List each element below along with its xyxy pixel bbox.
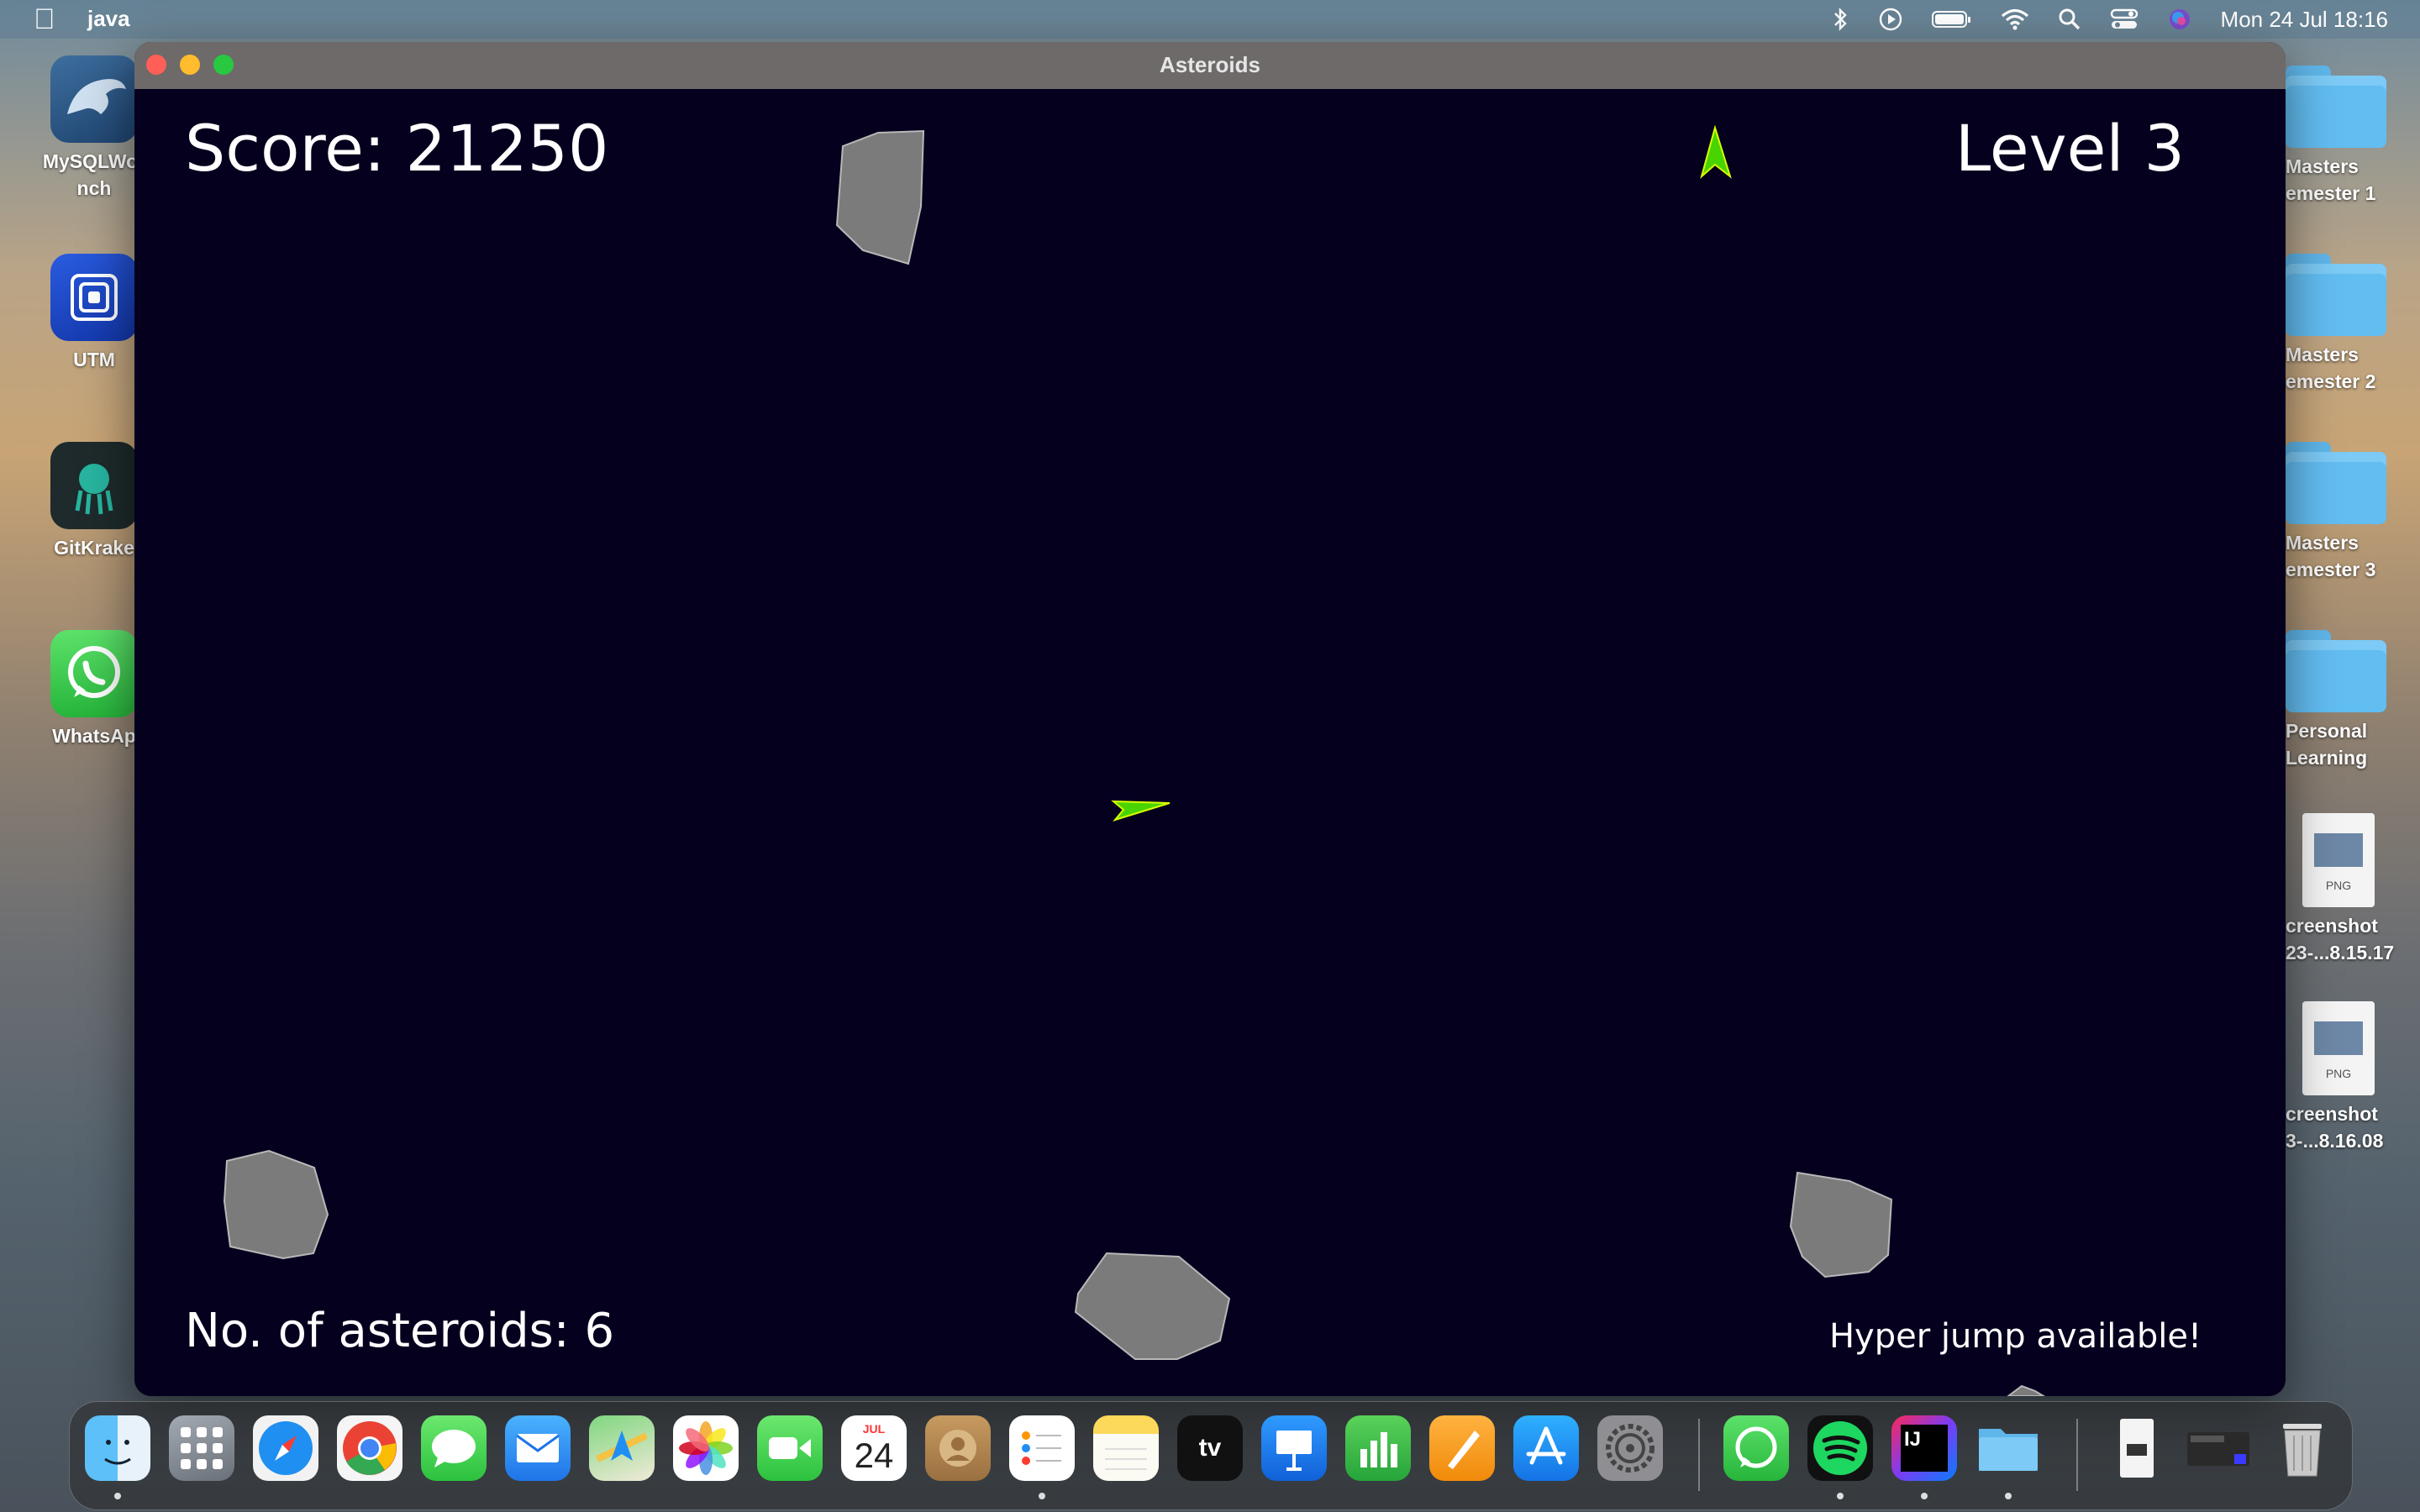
png-file-icon: PNG	[2302, 1001, 2375, 1095]
maps-icon[interactable]	[589, 1415, 655, 1481]
whatsapp-dock-icon[interactable]	[1723, 1415, 1789, 1481]
trash-icon[interactable]	[2270, 1415, 2335, 1481]
desktop-folder-masters-semester-1[interactable]: Masters emester 1	[2269, 66, 2420, 207]
dock-separator	[2076, 1419, 2078, 1491]
bluetooth-icon[interactable]	[1833, 7, 1849, 32]
asteroid	[223, 1149, 329, 1260]
minimized-document-icon[interactable]	[2102, 1415, 2167, 1481]
finder-icon[interactable]	[85, 1415, 150, 1481]
whatsapp-icon	[50, 630, 138, 717]
dock: JUL 24 tv IJ	[69, 1401, 2353, 1510]
mail-icon[interactable]	[505, 1415, 571, 1481]
dock-separator	[1698, 1419, 1700, 1491]
desktop-folder-masters-semester-2[interactable]: Masters emester 2	[2269, 254, 2420, 395]
player-ship	[1111, 800, 1171, 822]
photos-icon[interactable]	[673, 1415, 739, 1481]
hyperjump-status: Hyper jump available!	[1828, 1317, 2202, 1356]
window-title: Asteroids	[1160, 52, 1260, 77]
keynote-icon[interactable]	[1261, 1415, 1327, 1481]
safari-icon[interactable]	[253, 1415, 318, 1481]
png-file-icon: PNG	[2302, 813, 2375, 907]
asteroid	[835, 129, 925, 265]
folder-icon	[2286, 442, 2386, 524]
folder-icon	[2286, 66, 2386, 148]
running-indicator	[1039, 1493, 1045, 1499]
launchpad-icon[interactable]	[169, 1415, 234, 1481]
folder-label: emester 2	[2286, 370, 2376, 392]
desktop-file-screenshot-2[interactable]: PNG creenshot 3-...8.16.08	[2269, 1001, 2420, 1154]
close-window-button[interactable]	[146, 55, 166, 75]
apple-menu-icon[interactable]: 	[34, 3, 55, 36]
pages-icon[interactable]	[1429, 1415, 1495, 1481]
game-field	[223, 124, 2045, 1396]
file-label: creenshot	[2286, 915, 2378, 937]
folder-label: emester 1	[2286, 182, 2376, 204]
asteroids-window: Asteroids Score: 21250 Level 3 No. of as…	[134, 42, 2286, 1396]
lives-ship-icon	[1700, 124, 1732, 179]
now-playing-icon[interactable]	[1878, 7, 1903, 32]
running-indicator	[114, 1493, 121, 1499]
running-indicator	[1837, 1493, 1844, 1499]
running-indicator	[1921, 1493, 1928, 1499]
notes-icon[interactable]	[1093, 1415, 1159, 1481]
wifi-icon[interactable]	[2001, 8, 2029, 31]
file-label: creenshot	[2286, 1103, 2378, 1125]
system-settings-icon[interactable]	[1597, 1415, 1663, 1481]
folder-label: Masters	[2286, 344, 2359, 365]
siri-icon[interactable]	[2167, 7, 2192, 32]
file-label: 3-...8.16.08	[2286, 1130, 2384, 1152]
desktop-folder-masters-semester-3[interactable]: Masters emester 3	[2269, 442, 2420, 583]
messages-icon[interactable]	[421, 1415, 487, 1481]
asteroid	[1789, 1171, 1893, 1278]
desktop-file-screenshot-1[interactable]: PNG creenshot 23-...8.15.17	[2269, 813, 2420, 966]
desktop-folder-personal-learning[interactable]: Personal Learning	[2269, 630, 2420, 771]
menubar-clock[interactable]: Mon 24 Jul 18:16	[2221, 7, 2388, 33]
spotify-icon[interactable]	[1807, 1415, 1873, 1481]
score-display: Score: 21250	[185, 111, 609, 186]
app-menu-name[interactable]: java	[87, 6, 130, 32]
folder-label: Masters	[2286, 532, 2359, 554]
battery-icon[interactable]	[1931, 9, 1972, 29]
chrome-icon[interactable]	[337, 1415, 402, 1481]
calendar-day: 24	[854, 1436, 894, 1475]
dolphin-icon	[50, 55, 138, 143]
utm-icon	[50, 254, 138, 341]
folder-dock-icon[interactable]	[1975, 1415, 2041, 1481]
level-display: Level 3	[1954, 111, 2185, 186]
zoom-window-button[interactable]	[213, 55, 234, 75]
minimized-window-icon[interactable]	[2186, 1415, 2251, 1481]
folder-label: Masters	[2286, 155, 2359, 177]
asteroid-count-display: No. of asteroids: 6	[185, 1304, 615, 1358]
folder-label: Personal	[2286, 720, 2368, 742]
asteroid	[1074, 1252, 1231, 1360]
numbers-icon[interactable]	[1345, 1415, 1411, 1481]
facetime-icon[interactable]	[757, 1415, 823, 1481]
png-badge: PNG	[2325, 1067, 2352, 1080]
window-titlebar[interactable]: Asteroids	[134, 42, 2286, 89]
png-badge: PNG	[2325, 879, 2352, 892]
contacts-icon[interactable]	[925, 1415, 991, 1481]
intellij-icon[interactable]: IJ	[1891, 1415, 1957, 1481]
app-store-icon[interactable]	[1513, 1415, 1579, 1481]
file-label: 23-...8.15.17	[2286, 942, 2395, 963]
reminders-icon[interactable]	[1009, 1415, 1075, 1481]
calendar-month: JUL	[862, 1422, 886, 1436]
asteroid	[2007, 1384, 2045, 1396]
minimize-window-button[interactable]	[180, 55, 200, 75]
calendar-icon[interactable]: JUL 24	[841, 1415, 907, 1481]
search-icon[interactable]	[2058, 8, 2081, 31]
folder-label: Learning	[2286, 747, 2368, 769]
control-center-icon[interactable]	[2110, 8, 2139, 31]
menu-bar:  java Mon 24 Jul 18:16	[0, 0, 2420, 39]
folder-icon	[2286, 254, 2386, 336]
intellij-label: IJ	[1901, 1425, 1948, 1472]
folder-label: emester 3	[2286, 559, 2376, 580]
folder-icon	[2286, 630, 2386, 712]
kraken-icon	[50, 442, 138, 529]
tv-label: tv	[1198, 1434, 1222, 1462]
running-indicator	[2005, 1493, 2012, 1499]
status-area: Mon 24 Jul 18:16	[1833, 0, 2388, 39]
appletv-icon[interactable]: tv	[1177, 1415, 1243, 1481]
